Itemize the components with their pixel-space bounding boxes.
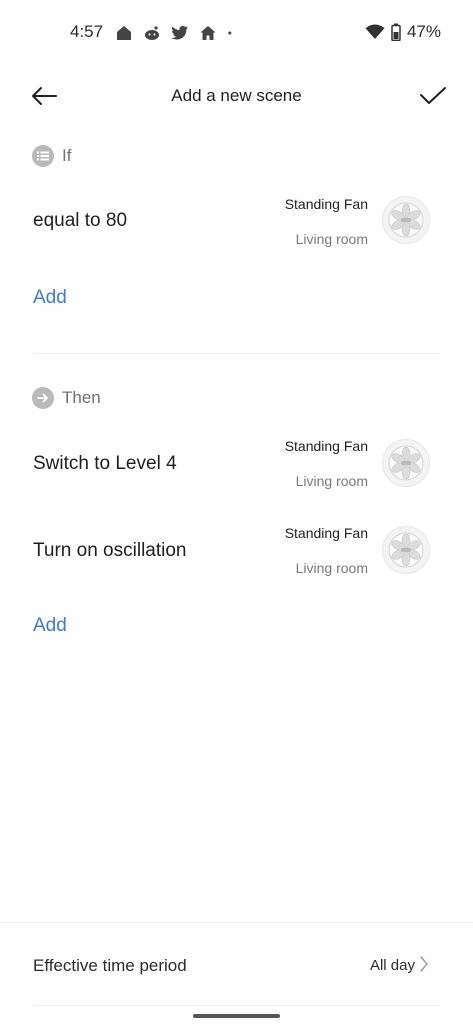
effective-time-period-row[interactable]: Effective time period All day	[0, 935, 473, 995]
poe-icon	[117, 26, 131, 40]
twitter-icon	[171, 25, 188, 40]
reddit-icon	[145, 26, 159, 40]
wifi-icon	[365, 24, 385, 39]
chevron-right-icon	[420, 956, 428, 972]
then-label: Then	[62, 388, 101, 407]
battery-icon	[391, 23, 401, 41]
condition-row[interactable]: equal to 80 Standing Fan Living room	[0, 186, 473, 256]
then-section-label: Then	[32, 387, 101, 409]
list-icon	[32, 145, 54, 167]
device-room: Living room	[295, 231, 368, 247]
standing-fan-image	[382, 439, 430, 487]
action-title: Switch to Level 4	[33, 453, 177, 474]
device-room: Living room	[295, 473, 368, 489]
status-right: 47%	[365, 22, 441, 42]
footer-divider-bottom	[33, 1005, 440, 1006]
action-row[interactable]: Switch to Level 4 Standing Fan Living ro…	[0, 428, 473, 498]
header: Add a new scene	[0, 72, 473, 120]
status-bar: 4:57 47%	[0, 0, 473, 66]
add-action-link[interactable]: Add	[33, 615, 67, 637]
effective-time-period-label: Effective time period	[33, 956, 187, 975]
device-name: Standing Fan	[284, 525, 368, 541]
notification-icons	[115, 24, 237, 42]
action-row[interactable]: Turn on oscillation Standing Fan Living …	[0, 515, 473, 585]
status-time: 4:57	[70, 22, 104, 41]
home-icon	[200, 26, 216, 40]
battery-percent: 47%	[406, 22, 441, 41]
arrow-right-icon	[32, 387, 54, 409]
dot-icon	[228, 31, 232, 35]
add-condition-link[interactable]: Add	[33, 287, 67, 309]
confirm-button[interactable]	[417, 80, 449, 112]
if-label: If	[62, 146, 72, 165]
device-room: Living room	[295, 560, 368, 576]
condition-title: equal to 80	[33, 210, 128, 231]
standing-fan-image	[382, 196, 430, 244]
if-section-label: If	[32, 145, 71, 167]
footer-divider	[0, 922, 473, 923]
action-title: Turn on oscillation	[33, 540, 187, 561]
checkmark-icon	[420, 87, 446, 104]
device-name: Standing Fan	[284, 438, 368, 454]
page-title: Add a new scene	[171, 86, 302, 105]
home-indicator[interactable]	[193, 1014, 280, 1018]
device-name: Standing Fan	[284, 196, 368, 212]
effective-time-period-value: All day	[369, 957, 415, 974]
standing-fan-image	[382, 526, 430, 574]
section-divider	[33, 353, 440, 354]
